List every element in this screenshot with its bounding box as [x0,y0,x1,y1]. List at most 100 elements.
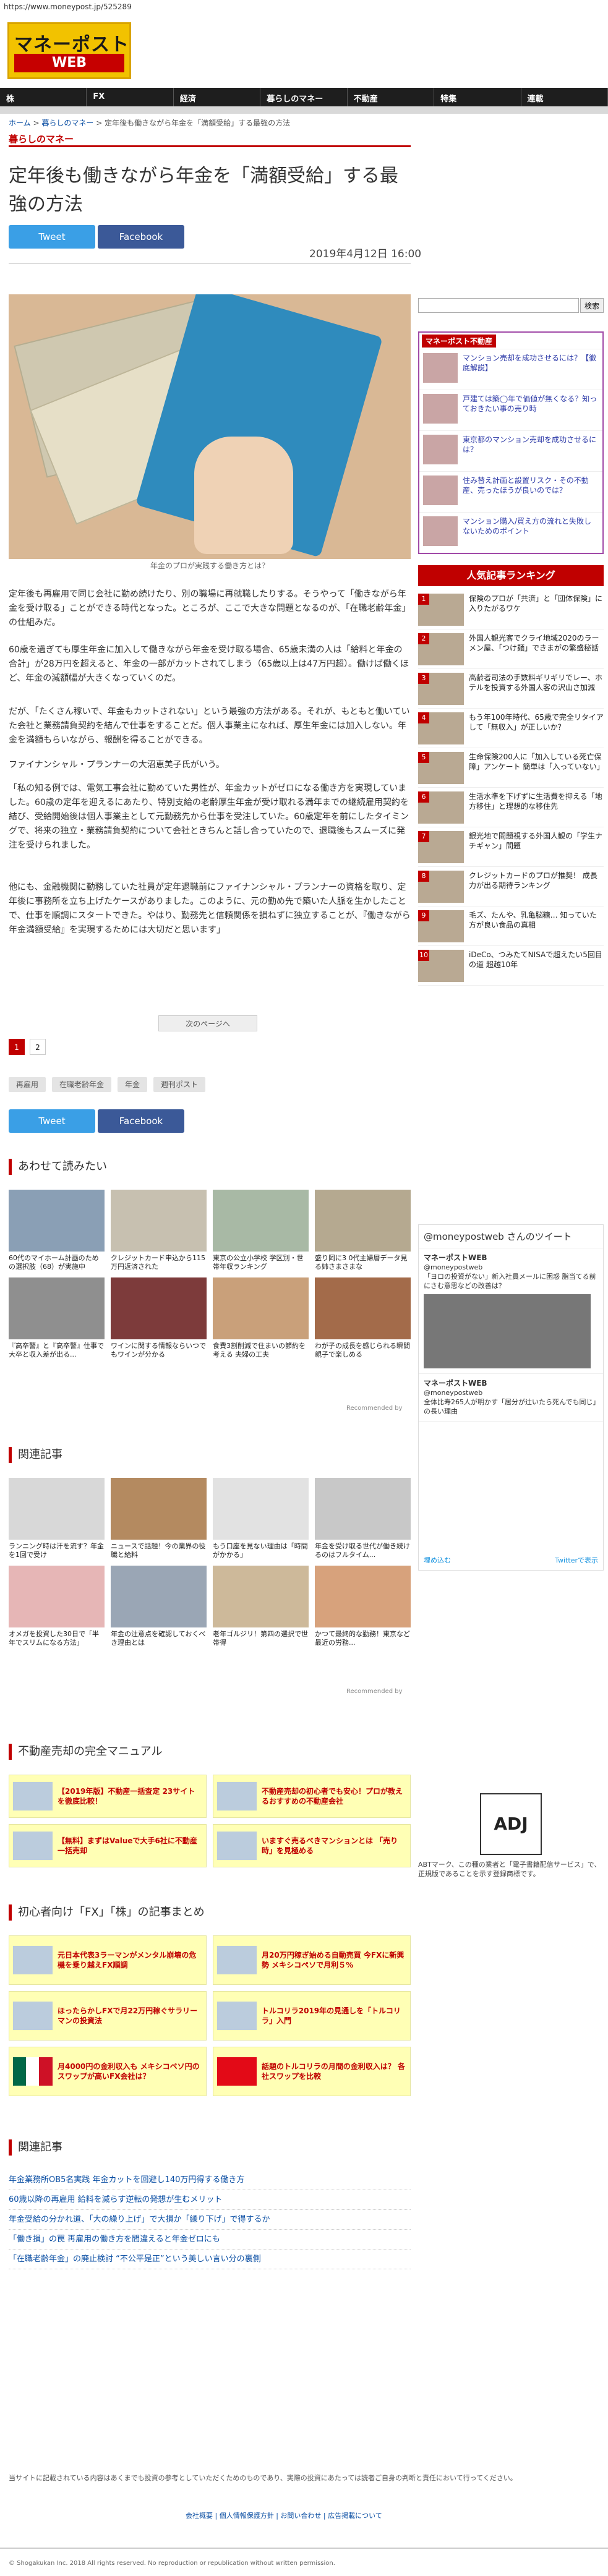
tweet-text: 「ヨロの投資がない」新入社員メールに困惑 脂当てる前にさむ意思などの改善は？ [424,1273,596,1290]
related-card[interactable]: オメガを投資した30日で「半年でスリムになる方法」 [9,1566,105,1647]
related-card[interactable]: 盛り岡に3 0代主婦層データ見る姉さまさまな [315,1190,411,1271]
related-card[interactable]: わが子の成長を感じられる瞬間 親子で楽しめる [315,1277,411,1359]
ranking-item[interactable]: 6 生活水準を下げずに生活費を抑える「地方移住」と理想的な移住先 [418,789,604,827]
page-title: 定年後も働きながら年金を「満額受給」する最強の方法 [9,165,398,215]
nav-item-living-money[interactable]: 暮らしのマネー [260,88,348,106]
related-card[interactable]: ニュースで話題！今の業界の役職と給料 [111,1478,207,1559]
next-page-button[interactable]: 次のページへ [158,1015,257,1031]
ranking-item[interactable]: 4 もう年100年時代、65歳で完全リタイアして「無収入」が正しいか？ [418,710,604,748]
article-paragraph: 他にも、金融機関に勤務していた社員が定年退職前にファイナンシャル・プランナーの資… [9,882,411,935]
nav-item-stock[interactable]: 株 [0,88,87,106]
manual-link[interactable]: 不動産売却の初心者でも安心！プロが教えるおすすめの不動産会社 [213,1775,411,1818]
breadcrumb-section[interactable]: 暮らしのマネー [41,119,93,127]
ranking-item[interactable]: 1 保険のプロが「共済」と「団体保険」に入りたがるワケ [418,591,604,629]
manual-link[interactable]: いますぐ売るべきマンションとは 「売り時」を見極める [213,1824,411,1867]
ranking-item[interactable]: 8 クレジットカードのプロが推奨！ 成長力が出る期待ランキング [418,868,604,906]
manual-link[interactable]: 【2019年版】不動産一括査定 23サイトを徹底比較！ [9,1775,207,1818]
card-thumbnail [315,1277,411,1339]
nav-item-economy[interactable]: 経済 [174,88,261,106]
ranking-thumbnail: 4 [418,712,464,744]
ranking-item[interactable]: 2 外国人観光客でクライ地域2020のラーメン屋、「つけ麺」できまがの繁盛秘話 [418,631,604,669]
tag-item[interactable]: 再雇用 [9,1077,46,1092]
fx-link[interactable]: 元日本代表3ラーマンがメンタル崩壊の危機を乗り越えFX順調 [9,1935,207,1985]
related-link[interactable]: 「働き損」の罠 再雇用の働き方を間違えると年金ゼロにも [9,2230,411,2250]
realestate-item[interactable]: マンション購入/買え方の流れと失敗しないためのポイント [419,512,602,553]
facebook-button-bottom[interactable]: Facebook [98,1109,184,1133]
nav-item-realestate[interactable]: 不動産 [348,88,435,106]
manual-link[interactable]: 【無料】まずはValueで大手6社に不動産一括売却 [9,1824,207,1867]
related-card[interactable]: ランニング時は汗を流す？年金を1回で受け [9,1478,105,1559]
search-button[interactable]: 検索 [580,298,604,313]
related-read-heading: あわせて読みたい [9,1159,107,1175]
footer-link[interactable]: 会社概要 [186,2512,213,2520]
fx-link[interactable]: 月20万円稼ぎ始める自動売買 今FXに新興勢 メキシコペソで月利５% [213,1935,411,1985]
card-title: 東京の公立小学校 学区別・世帯年収ランキング [213,1254,304,1271]
embed-link[interactable]: 埋め込む [424,1555,451,1565]
related-card[interactable]: ワインに関する情報ならいつでもワインが分かる [111,1277,207,1359]
footer-link[interactable]: 広告掲載について [328,2512,382,2520]
related-link[interactable]: 60歳以降の再雇用 給料を減らす逆転の発想が生むメリット [9,2190,411,2210]
page-2-link[interactable]: 2 [30,1039,46,1055]
realestate-badge: マネーポスト不動産 [422,334,497,348]
ranking-item[interactable]: 9 毛ズ、たんや、乳亀脳糖… 知っていた方が良い食品の真相 [418,908,604,946]
nav-item-series[interactable]: 連載 [521,88,608,106]
logo-line1: マネーポスト [14,34,129,56]
realestate-thumbnail [423,435,458,464]
ranking-item[interactable]: 10 iDeCo、つみたてNISAで超えたい5回目の道 超越10年 [418,947,604,986]
related-card[interactable]: 食費3割削減で住まいの節約を考える 夫婦の工夫 [213,1277,309,1359]
realestate-widget: マネーポスト不動産 マンション売却を成功させるには？【徹底解説】 戸建ては築◯年… [418,331,604,554]
tag-item[interactable]: 週刊ポスト [153,1077,206,1092]
footer-link[interactable]: 個人情報保護方針 [220,2512,274,2520]
related-card[interactable]: かつて最終的な勤務！東京など最近の労務... [315,1566,411,1647]
ranking-thumbnail: 3 [418,673,464,705]
tag-item[interactable]: 在職老齢年金 [52,1077,112,1092]
related-card[interactable]: 年金の注意点を確認しておくべき理由とは [111,1566,207,1647]
facebook-button[interactable]: Facebook [98,225,184,249]
site-logo[interactable]: マネーポスト WEB [7,22,131,79]
manual-thumbnail [217,1782,257,1810]
related-link[interactable]: 年金受給の分かれ道、「大の繰り上げ」で大損か「繰り下げ」で得するか [9,2210,411,2230]
footer-link[interactable]: お問い合わせ [280,2512,321,2520]
view-on-twitter-link[interactable]: Twitterで表示 [555,1555,598,1565]
tag-item[interactable]: 年金 [118,1077,148,1092]
tweet[interactable]: マネーポストWEB @moneypostweb 「ヨロの投資がない」新入社員メー… [419,1248,603,1374]
tweet-button[interactable]: Tweet [9,225,95,249]
ranking-item[interactable]: 3 高齢者司法の手数料ギリギリでレー、ホテルを投資する外国人客の沢山さ加減 [418,670,604,709]
tweet[interactable]: マネーポストWEB @moneypostweb 全体比寿265人が明かす「居分が… [419,1374,603,1422]
related-card[interactable]: もう口座を見ない理由は「時間がかかる」 [213,1478,309,1559]
related-card[interactable]: 年金を受け取る世代が働き続けるのはフルタイム... [315,1478,411,1559]
tweet-button-bottom[interactable]: Tweet [9,1109,95,1133]
related-card[interactable]: 60代のマイホーム計画のための選択肢（68）が実施中 [9,1190,105,1271]
ranking-thumbnail: 9 [418,910,464,942]
tweet-handle: @moneypostweb [424,1263,483,1271]
realestate-item[interactable]: マンション売却を成功させるには？【徹底解説】 [419,349,602,390]
fx-link[interactable]: トルコリラ2019年の見通しを「トルコリラ」入門 [213,1991,411,2041]
ranking-item[interactable]: 5 生命保険200人に「加入している死亡保障」アンケート 簡単は「入っていない」 [418,749,604,788]
fx-link[interactable]: 話題のトルコリラの月間の金利収入は？ 各社スワップを比較 [213,2047,411,2096]
nav-item-fx[interactable]: FX [87,88,174,106]
related-card[interactable]: クレジットカード申込から115万円返済された [111,1190,207,1271]
card-thumbnail [9,1190,105,1252]
ranking-title: もう年100年時代、65歳で完全リタイアして「無収入」が正しいか？ [469,713,604,731]
related-card[interactable]: 老年ゴルジリ！第四の選択で世帯得 [213,1566,309,1647]
realestate-item[interactable]: 戸建ては築◯年で価値が無くなる？知っておきたい事の売り時 [419,390,602,430]
ranking-title: 銀光地で問題視する外国人観の「学生ナチギャン」問題 [469,832,603,850]
manual-link-title: いますぐ売るべきマンションとは 「売り時」を見極める [262,1836,398,1855]
realestate-item[interactable]: 東京都のマンション売却を成功させるには？ [419,430,602,471]
url-bar: https://www.moneypost.jp/525289 [4,2,132,11]
nav-item-feature[interactable]: 特集 [434,88,521,106]
related-link[interactable]: 「在職老齢年金」の廃止検討 “不公平是正”という美しい言い分の裏側 [9,2250,411,2269]
ranking-item[interactable]: 7 銀光地で問題視する外国人観の「学生ナチギャン」問題 [418,829,604,867]
related-card[interactable]: 東京の公立小学校 学区別・世帯年収ランキング [213,1190,309,1271]
fx-link[interactable]: 月4000円の金利収入も メキシコペソ円のスワップが高いFX会社は？ [9,2047,207,2096]
article-paragraph: 「私の知る例では、電気工事会社に勤めていた男性が、年金カットがゼロになる働き方を… [9,783,409,850]
breadcrumb-home[interactable]: ホーム [9,119,31,127]
realestate-item[interactable]: 住み替え計画と設置リスク・その不動産、売ったほうが良いのでは？ [419,471,602,512]
related-link[interactable]: 年金業務所OB5名実践 年金カットを回避し140万円得する働き方 [9,2170,411,2190]
page-1-link[interactable]: 1 [9,1039,25,1055]
related-card[interactable]: 『高卒警』と『高卒警』仕事で大卒と収入差が出る... [9,1277,105,1359]
turkey-flag-icon [217,2057,257,2086]
fx-link[interactable]: ほったらかしFXで月22万円稼ぐサラリーマンの投資法 [9,1991,207,2041]
card-thumbnail [315,1478,411,1540]
search-input[interactable] [418,298,579,313]
